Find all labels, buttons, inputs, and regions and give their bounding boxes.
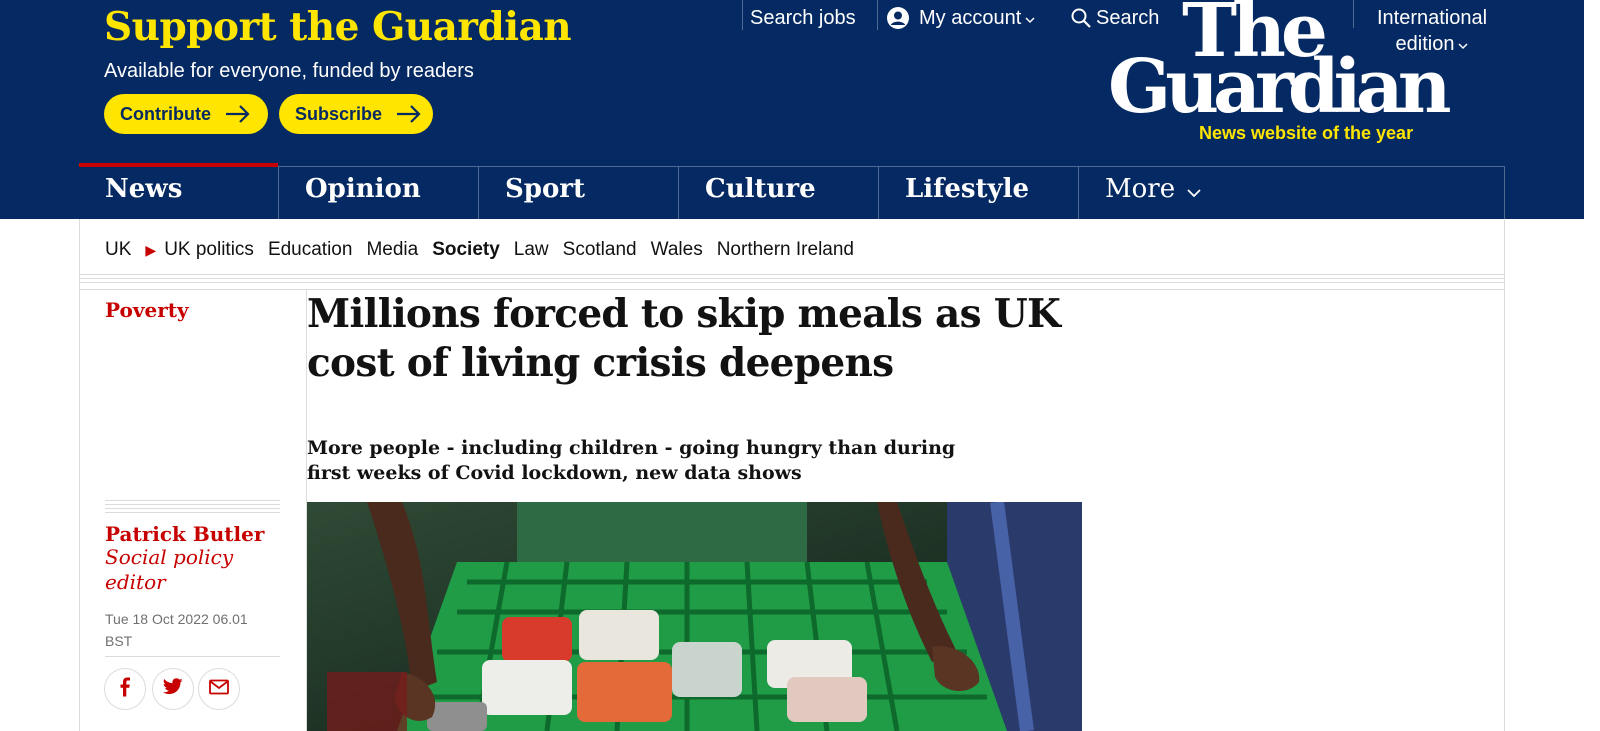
subnav-section[interactable]: UK (105, 239, 131, 261)
divider (80, 274, 1504, 275)
subscribe-label: Subscribe (295, 103, 383, 124)
logo-line2: Guardian (1108, 44, 1452, 130)
divider (80, 278, 1504, 279)
user-icon (887, 7, 909, 29)
pillar-sport[interactable]: Sport (479, 167, 679, 219)
share-twitter-button[interactable] (152, 668, 194, 710)
pillar-news[interactable]: News (79, 163, 279, 219)
email-icon (209, 679, 229, 700)
subnav-scotland[interactable]: Scotland (563, 239, 637, 261)
pillar-more[interactable]: More (1079, 167, 1309, 219)
article-standfirst: More people - including children - going… (307, 437, 956, 484)
logo-tagline: News website of the year (1199, 123, 1414, 143)
section-kicker[interactable]: Poverty (105, 298, 189, 322)
subnav-media[interactable]: Media (366, 239, 418, 261)
subscribe-button[interactable]: Subscribe (279, 94, 433, 134)
search-jobs-label: Search jobs (750, 6, 856, 29)
share-facebook-button[interactable] (104, 668, 146, 710)
chevron-down-icon (1025, 7, 1035, 30)
subnav: UK ▶ UK politics Education Media Society… (105, 236, 868, 264)
dateline: Tue 18 Oct 2022 06.01 BST (105, 611, 248, 649)
pillar-lifestyle[interactable]: Lifestyle (879, 167, 1079, 219)
support-title: Support the Guardian (104, 4, 572, 50)
contribute-label: Contribute (120, 103, 211, 124)
pillar-culture[interactable]: Culture (679, 167, 879, 219)
my-account-label: My account (919, 6, 1022, 29)
search-icon (1070, 7, 1092, 29)
divider (105, 656, 280, 657)
divider (80, 282, 1504, 283)
my-account-link[interactable]: My account (887, 0, 1035, 36)
pillar-nav: News Opinion Sport Culture Lifestyle Mor… (79, 163, 1504, 219)
author-name[interactable]: Patrick Butler (105, 522, 264, 546)
meta-divider (105, 500, 280, 514)
hero-image (307, 502, 1082, 731)
arrow-right-icon (225, 104, 251, 124)
subnav-northern-ireland[interactable]: Northern Ireland (717, 239, 854, 261)
chevron-down-icon (1187, 175, 1201, 205)
subnav-society[interactable]: Society (432, 239, 500, 261)
share-email-button[interactable] (198, 668, 240, 710)
contribute-button[interactable]: Contribute (104, 94, 268, 134)
divider (1504, 166, 1505, 219)
divider (742, 0, 743, 30)
triangle-right-icon: ▶ (145, 241, 157, 258)
divider (877, 0, 878, 30)
subnav-uk-politics[interactable]: UK politics (164, 239, 254, 261)
support-subtitle: Available for everyone, funded by reader… (104, 60, 474, 82)
article-headline: Millions forced to skip meals as UK cost… (307, 291, 1061, 386)
arrow-right-icon (396, 104, 422, 124)
guardian-logo[interactable]: The Guardian (1108, 0, 1488, 134)
twitter-icon (163, 678, 183, 700)
subnav-law[interactable]: Law (514, 239, 549, 261)
subnav-wales[interactable]: Wales (651, 239, 703, 261)
author-role: Social policy editor (105, 545, 234, 594)
pillar-more-label: More (1105, 174, 1176, 204)
facebook-icon (117, 677, 133, 702)
search-jobs-link[interactable]: Search jobs (750, 0, 856, 36)
pillar-opinion[interactable]: Opinion (279, 167, 479, 219)
subnav-education[interactable]: Education (268, 239, 353, 261)
